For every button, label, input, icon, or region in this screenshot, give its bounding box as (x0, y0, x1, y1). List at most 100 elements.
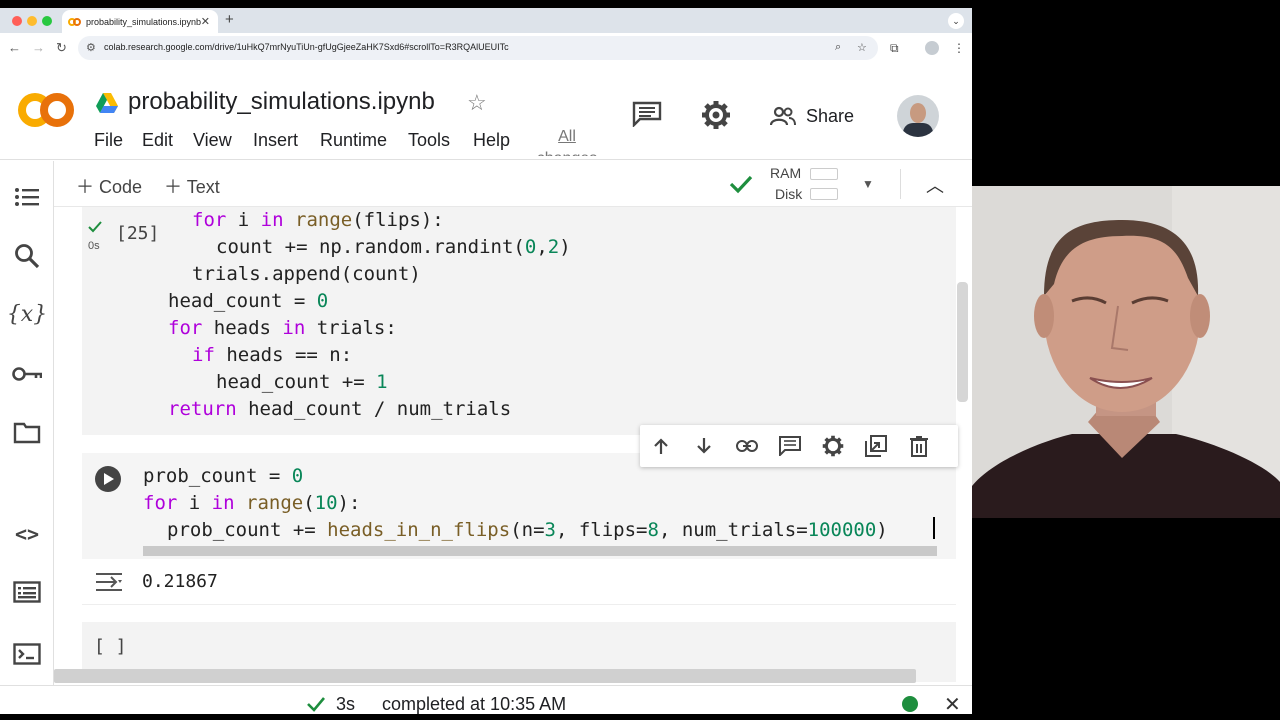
presenter-image (972, 186, 1280, 518)
add-text-label: Text (186, 177, 220, 197)
share-button[interactable]: Share (770, 104, 854, 128)
browser-tab[interactable]: probability_simulations.ipynb ✕ (62, 10, 218, 33)
text-cursor (933, 517, 935, 539)
all-changes-link[interactable]: All changes (532, 126, 602, 156)
new-tab-icon[interactable]: + (225, 11, 234, 28)
code-line: head_count += 1 (216, 371, 388, 393)
colab-favicon-icon (68, 17, 81, 26)
menu-insert[interactable]: Insert (253, 130, 298, 151)
add-code-cell-button[interactable]: ＋ Code (76, 173, 142, 199)
colab-header: probability_simulations.ipynb ☆ File Edi… (0, 64, 972, 160)
browser-profile-avatar[interactable] (925, 41, 939, 55)
maximize-window-button[interactable] (42, 16, 52, 26)
menu-view[interactable]: View (193, 130, 232, 151)
code-line: prob_count += heads_in_n_flips(n=3, flip… (167, 519, 888, 541)
account-avatar[interactable] (897, 95, 939, 137)
menu-runtime[interactable]: Runtime (320, 130, 387, 151)
all-changes-label: All changes (537, 128, 598, 156)
browser-toolbar: ← → ↻ ⚙ colab.research.google.com/drive/… (0, 33, 972, 64)
code-line: head_count = 0 (168, 290, 329, 312)
secrets-key-icon[interactable] (12, 359, 42, 389)
menu-tools[interactable]: Tools (408, 130, 450, 151)
horizontal-scrollbar[interactable] (54, 669, 916, 683)
output-value: 0.21867 (142, 571, 218, 592)
tab-strip: probability_simulations.ipynb ✕ + ⌄ (0, 8, 972, 33)
bookmark-star-icon[interactable]: ☆ (857, 41, 867, 54)
move-cell-down-icon[interactable] (693, 435, 715, 457)
disk-label: Disk (775, 186, 803, 202)
people-icon (770, 106, 796, 126)
extensions-icon[interactable]: ⧉ (890, 41, 899, 56)
run-cell-button[interactable] (95, 466, 121, 492)
colab-logo-icon[interactable] (18, 93, 74, 127)
left-sidebar: {x} <> (0, 161, 54, 685)
status-bar: 3s completed at 10:35 AM ✕ (0, 685, 972, 714)
browser-window: probability_simulations.ipynb ✕ + ⌄ ← → … (0, 8, 972, 714)
code-snippets-icon[interactable]: <> (12, 519, 42, 549)
ram-usage-bar (810, 168, 838, 180)
code-line: count += np.random.randint(0,2) (216, 236, 571, 258)
execution-count: [25] (116, 223, 160, 244)
vertical-scrollbar[interactable] (957, 282, 968, 402)
tab-title: probability_simulations.ipynb (86, 16, 202, 27)
execution-success-icon (88, 221, 102, 233)
google-drive-icon[interactable] (96, 93, 118, 113)
resources-dropdown-icon[interactable]: ▼ (862, 177, 874, 191)
settings-gear-icon[interactable] (701, 100, 731, 130)
ram-label: RAM (770, 165, 802, 181)
disk-usage-bar (810, 188, 838, 200)
execution-duration: 3s (336, 694, 356, 714)
notebook-content[interactable]: 0s [25] for i in range(flips): count += … (54, 207, 972, 685)
link-icon[interactable] (736, 435, 758, 457)
toolbar-divider (900, 169, 901, 199)
terminal-icon[interactable] (12, 639, 42, 669)
horizontal-scrollbar[interactable] (143, 546, 937, 556)
star-icon[interactable]: ☆ (467, 90, 487, 116)
code-cell[interactable]: 0s [25] for i in range(flips): count += … (82, 207, 956, 435)
move-cell-up-icon[interactable] (650, 435, 672, 457)
delete-cell-icon[interactable] (908, 435, 930, 457)
add-text-cell-button[interactable]: ＋ Text (164, 173, 220, 199)
code-cell-active[interactable]: prob_count = 0 for i in range(10): prob_… (82, 453, 956, 559)
menu-file[interactable]: File (94, 130, 123, 151)
runtime-status-indicator (902, 696, 918, 712)
comment-icon[interactable] (632, 101, 662, 127)
completed-check-icon (307, 697, 325, 712)
menu-edit[interactable]: Edit (142, 130, 173, 151)
variables-icon[interactable]: {x} (7, 299, 47, 329)
play-icon (104, 473, 114, 485)
status-message: completed at 10:35 AM (382, 694, 567, 714)
collapse-header-icon[interactable]: ︿ (926, 172, 944, 198)
table-of-contents-icon[interactable] (12, 182, 42, 212)
add-comment-icon[interactable] (779, 435, 801, 457)
forward-icon[interactable]: → (32, 40, 45, 55)
search-icon[interactable] (12, 241, 42, 271)
zoom-icon[interactable]: ⌕ (835, 41, 841, 54)
code-line: trials.append(count) (192, 263, 421, 285)
command-palette-icon[interactable] (12, 577, 42, 607)
tab-search-icon[interactable]: ⌄ (948, 13, 964, 29)
add-code-label: Code (99, 177, 143, 197)
code-line: if heads == n: (192, 344, 353, 366)
browser-menu-icon[interactable]: ⋮ (953, 41, 965, 55)
back-icon[interactable]: ← (8, 40, 21, 55)
menu-help[interactable]: Help (473, 130, 510, 151)
address-bar[interactable]: ⚙ colab.research.google.com/drive/1uHkQ7… (78, 36, 878, 60)
close-tab-icon[interactable]: ✕ (201, 15, 210, 28)
cell-settings-gear-icon[interactable] (822, 435, 844, 457)
connected-check-icon (729, 175, 753, 194)
output-actions-icon[interactable] (94, 571, 124, 593)
mirror-cell-icon[interactable] (865, 435, 887, 457)
execution-time: 0s (88, 240, 100, 252)
notebook-toolbar: ＋ Code ＋ Text RAM Disk ▼ ︿ (54, 161, 972, 207)
minimize-window-button[interactable] (27, 16, 37, 26)
cell-toolbar (640, 425, 958, 467)
cell-output: 0.21867 (82, 559, 956, 605)
site-info-icon[interactable]: ⚙ (86, 41, 96, 54)
close-status-icon[interactable]: ✕ (944, 692, 961, 714)
files-folder-icon[interactable] (12, 418, 42, 448)
reload-icon[interactable]: ↻ (56, 40, 67, 56)
notebook-title[interactable]: probability_simulations.ipynb (128, 88, 435, 116)
close-window-button[interactable] (12, 16, 22, 26)
webcam-video (972, 186, 1280, 518)
